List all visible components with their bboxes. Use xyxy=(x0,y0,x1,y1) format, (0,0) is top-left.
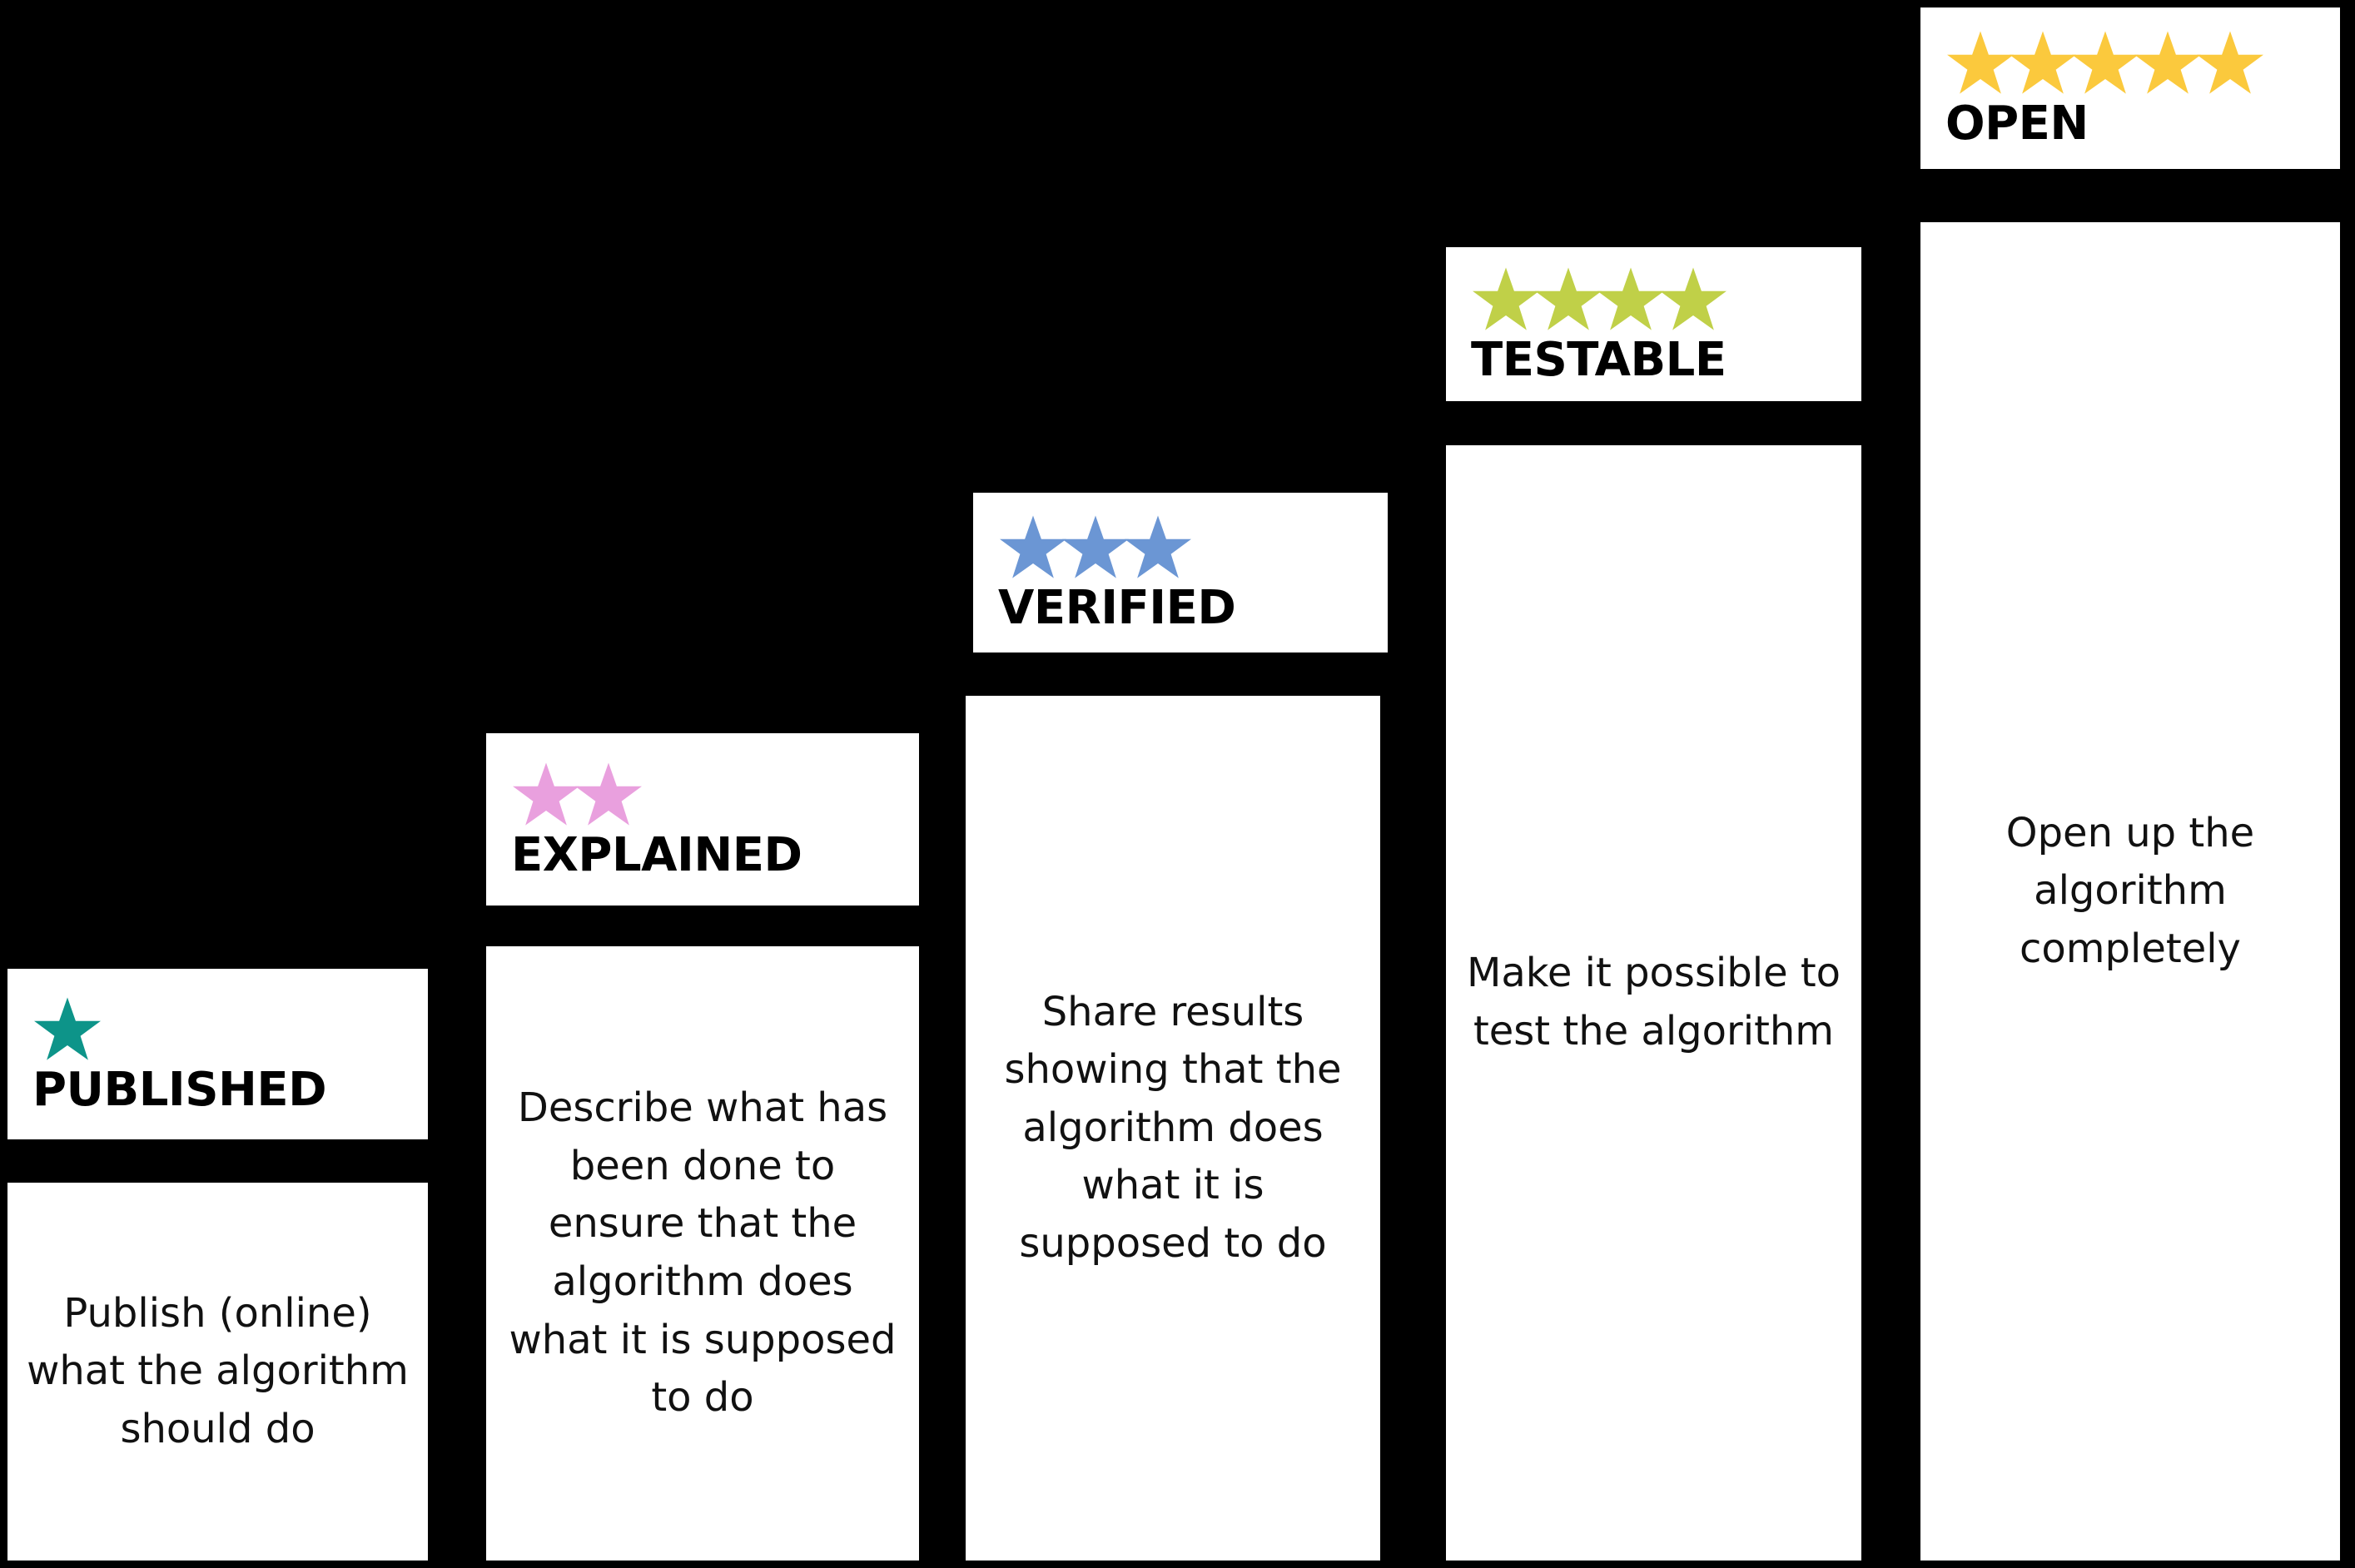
description-card-verified[interactable]: Share results showing that the algorithm… xyxy=(958,688,1388,1568)
star-icon xyxy=(1000,515,1066,578)
star-icon xyxy=(1125,515,1191,578)
star-rating-verified xyxy=(998,514,1191,583)
star-rating-published xyxy=(32,995,101,1065)
star-icon xyxy=(1473,267,1539,330)
star-rating-open xyxy=(1945,29,2263,99)
description-text-verified: Share results showing that the algorithm… xyxy=(1004,988,1342,1267)
star-rating-testable xyxy=(1471,265,1727,335)
star-icon xyxy=(513,762,579,826)
star-icon xyxy=(1947,31,2014,94)
star-icon xyxy=(2010,31,2076,94)
level-column-open: OPEN Open up the algorithm completely xyxy=(1913,0,2348,1568)
badge-testable[interactable]: TESTABLE xyxy=(1438,240,1869,409)
star-icon xyxy=(575,762,642,826)
badge-label-verified: VERIFIED xyxy=(998,581,1236,635)
star-icon xyxy=(2072,31,2139,94)
ladder-diagram: PUBLISHED Publish (online) what the algo… xyxy=(0,0,2355,1568)
description-text-explained: Describe what has been done to ensure th… xyxy=(509,1084,897,1422)
star-icon xyxy=(1597,267,1664,330)
star-icon xyxy=(34,997,101,1060)
badge-verified[interactable]: VERIFIED xyxy=(966,485,1395,660)
badge-label-explained: EXPLAINED xyxy=(511,827,802,882)
badge-explained[interactable]: EXPLAINED xyxy=(479,726,927,913)
description-text-testable: Make it possible to test the algorithm xyxy=(1466,950,1841,1054)
star-rating-explained xyxy=(511,761,642,831)
badge-open[interactable]: OPEN xyxy=(1913,0,2348,176)
description-card-testable[interactable]: Make it possible to test the algorithm xyxy=(1438,438,1869,1568)
star-icon xyxy=(1062,515,1129,578)
star-icon xyxy=(2134,31,2201,94)
description-card-open[interactable]: Open up the algorithm completely xyxy=(1913,215,2348,1568)
description-card-published[interactable]: Publish (online) what the algorithm shou… xyxy=(0,1175,435,1568)
description-text-open: Open up the algorithm completely xyxy=(2005,809,2255,972)
badge-published[interactable]: PUBLISHED xyxy=(0,961,435,1147)
description-card-explained[interactable]: Describe what has been done to ensure th… xyxy=(479,939,927,1568)
level-column-published: PUBLISHED Publish (online) what the algo… xyxy=(0,961,435,1568)
level-column-verified: VERIFIED Share results showing that the … xyxy=(958,485,1395,1568)
star-icon xyxy=(1535,267,1602,330)
level-column-testable: TESTABLE Make it possible to test the al… xyxy=(1438,240,1869,1568)
description-text-published: Publish (online) what the algorithm shou… xyxy=(27,1289,409,1452)
badge-label-testable: TESTABLE xyxy=(1471,332,1727,387)
badge-label-open: OPEN xyxy=(1945,97,2089,151)
level-column-explained: EXPLAINED Describe what has been done to… xyxy=(479,726,927,1568)
star-icon xyxy=(2197,31,2263,94)
star-icon xyxy=(1660,267,1727,330)
badge-label-published: PUBLISHED xyxy=(32,1062,327,1117)
